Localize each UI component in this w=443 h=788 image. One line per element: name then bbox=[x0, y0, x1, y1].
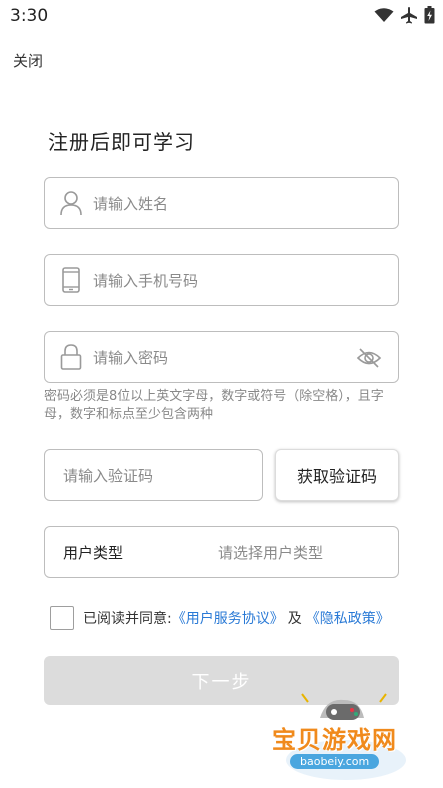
name-field[interactable]: 请输入姓名 bbox=[44, 177, 399, 229]
wifi-icon bbox=[374, 7, 394, 23]
battery-icon bbox=[424, 6, 435, 24]
name-placeholder: 请输入姓名 bbox=[93, 195, 169, 213]
agreement-and: 及 bbox=[287, 611, 302, 627]
user-icon bbox=[59, 190, 83, 216]
privacy-policy-link[interactable]: 《隐私政策》 bbox=[306, 608, 390, 628]
agreement-checkbox[interactable] bbox=[50, 606, 74, 630]
password-field[interactable]: 请输入密码 bbox=[44, 331, 399, 383]
phone-icon bbox=[59, 267, 83, 293]
code-placeholder: 请输入验证码 bbox=[63, 467, 154, 485]
status-bar: 3:30 bbox=[0, 0, 443, 32]
password-placeholder: 请输入密码 bbox=[93, 349, 169, 367]
watermark-text: 宝贝游戏网 bbox=[272, 726, 397, 754]
airplane-icon bbox=[400, 6, 418, 24]
get-code-button[interactable]: 获取验证码 bbox=[275, 449, 399, 501]
phone-field[interactable]: 请输入手机号码 bbox=[44, 254, 399, 306]
agreement-row: 已阅读并同意: 《用户服务协议》 及 《隐私政策》 bbox=[50, 605, 390, 631]
status-time: 3:30 bbox=[10, 6, 49, 26]
status-icons bbox=[374, 6, 435, 24]
agreement-prefix: 已阅读并同意: bbox=[83, 611, 172, 627]
page-title: 注册后即可学习 bbox=[48, 130, 195, 154]
user-type-placeholder: 请选择用户类型 bbox=[218, 544, 324, 562]
user-type-select[interactable]: 用户类型 请选择用户类型 bbox=[44, 526, 399, 578]
eye-off-icon[interactable] bbox=[356, 346, 382, 370]
watermark-domain: baobeiy.com bbox=[290, 754, 380, 769]
password-hint: 密码必须是8位以上英文字母，数字或符号（除空格），且字母，数字和标点至少包含两种 bbox=[44, 389, 384, 422]
lock-icon bbox=[59, 344, 83, 370]
close-button[interactable]: 关闭 bbox=[13, 50, 43, 71]
service-agreement-link[interactable]: 《用户服务协议》 bbox=[172, 608, 284, 628]
verification-code-field[interactable]: 请输入验证码 bbox=[44, 449, 263, 501]
phone-placeholder: 请输入手机号码 bbox=[93, 272, 199, 290]
watermark-logo: 宝贝游戏网 baobeiy.com bbox=[268, 688, 420, 784]
user-type-label: 用户类型 bbox=[63, 544, 124, 562]
